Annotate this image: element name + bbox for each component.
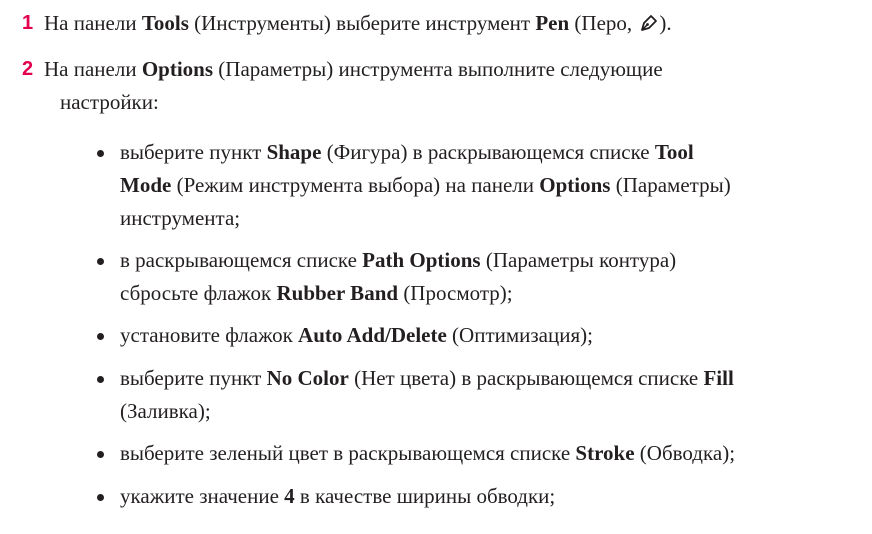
- text-run: инструмента;: [120, 206, 241, 230]
- bullet-icon: [97, 333, 104, 340]
- text-run: (Обводка);: [634, 441, 736, 465]
- bold-term: Path Options: [362, 248, 481, 272]
- bullet-text: укажите значение 4 в качестве ширины обв…: [120, 480, 840, 513]
- bullet-icon: [97, 376, 104, 383]
- text-run: настройки:: [60, 90, 159, 114]
- bullet-text: выберите пункт No Color (Нет цвета) в ра…: [120, 362, 840, 428]
- bold-term: No Color: [266, 366, 349, 390]
- bold-term: Fill: [703, 366, 734, 390]
- bullet-text: установите флажок Auto Add/Delete (Оптим…: [120, 319, 840, 352]
- step-number: 1: [22, 12, 34, 34]
- bold-term: Shape: [266, 140, 322, 164]
- text-run: выберите пункт: [120, 366, 267, 390]
- text-run: сбросьте флажок: [120, 281, 277, 305]
- text-run: (Нет цвета) в раскрывающемся списке: [348, 366, 704, 390]
- text-run: выберите зеленый цвет в раскрывающемся с…: [120, 441, 576, 465]
- text-run: На панели: [44, 11, 142, 35]
- text-run: (Оптимизация);: [446, 323, 593, 347]
- text-run: (Просмотр);: [398, 281, 513, 305]
- bold-term: Rubber Band: [276, 281, 399, 305]
- bold-term: Pen: [535, 11, 570, 35]
- text-run: ).: [659, 11, 672, 35]
- text-run: (Параметры контура): [480, 248, 677, 272]
- text-run: (Инструменты) выберите инструмент: [188, 11, 536, 35]
- step-number: 2: [22, 58, 34, 80]
- bold-term: Options: [141, 57, 214, 81]
- text-run: в раскрывающемся списке: [120, 248, 363, 272]
- bullet-text: в раскрывающемся списке Path Options (Па…: [120, 244, 840, 310]
- text-run: (Перо,: [569, 11, 638, 35]
- text-run: (Фигура) в раскрывающемся списке: [321, 140, 655, 164]
- bullet-icon: [97, 150, 104, 157]
- text-run: в качестве ширины обводки;: [294, 484, 556, 508]
- bullet-icon: [97, 451, 104, 458]
- text-run: (Режим инструмента выбора) на панели: [171, 173, 540, 197]
- text-run: (Параметры): [610, 173, 731, 197]
- text-run: (Параметры) инструмента выполните следую…: [213, 57, 663, 81]
- bold-term: Tool: [654, 140, 694, 164]
- bold-term: Options: [539, 173, 611, 197]
- bold-term: Stroke: [575, 441, 635, 465]
- text-run: выберите пункт: [120, 140, 267, 164]
- step-text: На панели Options (Параметры) инструмент…: [44, 53, 864, 119]
- bullet-text: выберите зеленый цвет в раскрывающемся с…: [120, 437, 840, 470]
- text-run: установите флажок: [120, 323, 299, 347]
- bold-term: 4: [284, 484, 295, 508]
- step-text: На панели Tools (Инструменты) выберите и…: [44, 7, 864, 40]
- bold-term: Tools: [141, 11, 189, 35]
- bullet-icon: [97, 258, 104, 265]
- text-run: На панели: [44, 57, 142, 81]
- text-run: (Заливка);: [120, 399, 211, 423]
- instruction-page: 1 На панели Tools (Инструменты) выберите…: [0, 0, 872, 534]
- bullet-text: выберите пункт Shape (Фигура) в раскрыва…: [120, 136, 840, 235]
- pen-tool-icon: [639, 10, 659, 31]
- bullet-icon: [97, 494, 104, 501]
- text-run: укажите значение: [120, 484, 285, 508]
- bold-term: Auto Add/Delete: [298, 323, 447, 347]
- bold-term: Mode: [120, 173, 172, 197]
